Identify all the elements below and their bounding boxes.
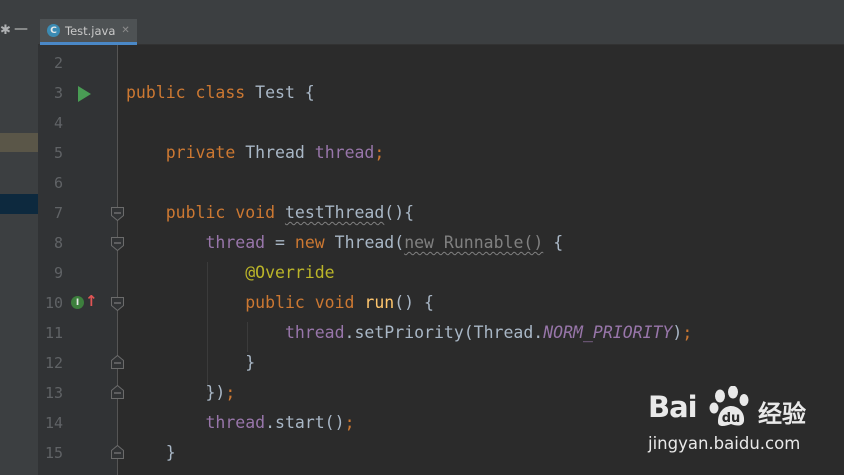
- punctuation: ): [672, 323, 683, 342]
- keyword: private: [126, 143, 246, 162]
- code-line-2[interactable]: 2: [38, 48, 844, 78]
- project-tree-item-highlighted[interactable]: [0, 133, 38, 152]
- line-number: 5: [53, 144, 63, 162]
- panel-tools: ✱ —: [0, 19, 38, 45]
- fold-close-icon[interactable]: [111, 445, 124, 459]
- class-name: Test {: [255, 83, 315, 102]
- code-line-4[interactable]: 4: [38, 108, 844, 138]
- line-number: 14: [44, 414, 63, 432]
- field-name: thread: [126, 413, 266, 432]
- punctuation: {: [543, 233, 564, 252]
- punctuation: (){: [384, 203, 415, 222]
- punctuation: () {: [394, 293, 434, 312]
- svg-text:du: du: [722, 411, 741, 426]
- method-name: testThread: [284, 203, 385, 222]
- code-line-3[interactable]: 3 public class Test {: [38, 78, 844, 108]
- minimize-icon[interactable]: —: [14, 22, 28, 36]
- code-text: public void testThread(){: [126, 198, 414, 228]
- code-text: @Override: [126, 258, 335, 288]
- line-number: 12: [44, 354, 63, 372]
- line-number: 4: [53, 114, 63, 132]
- line-number: 11: [44, 324, 63, 342]
- code-text: thread.start();: [126, 408, 355, 438]
- tab-test-java[interactable]: C Test.java ✕: [40, 19, 137, 45]
- code-line-12[interactable]: 12 }: [38, 348, 844, 378]
- field-name: thread: [126, 323, 345, 342]
- code-line-7[interactable]: 7 public void testThread(){: [38, 198, 844, 228]
- closing-brace: }): [126, 383, 226, 402]
- implements-icon[interactable]: I: [71, 296, 84, 309]
- fold-open-icon[interactable]: [111, 297, 124, 311]
- keyword: new: [294, 233, 335, 252]
- code-line-5[interactable]: 5 private Thread thread;: [38, 138, 844, 168]
- semicolon: ;: [225, 383, 236, 402]
- override-arrow-icon[interactable]: ↑: [85, 293, 98, 309]
- fold-open-icon[interactable]: [111, 207, 124, 221]
- code-text: }: [126, 348, 255, 378]
- line-number: 15: [44, 444, 63, 462]
- line-number: 10: [44, 294, 63, 312]
- operator: =: [265, 233, 295, 252]
- type-name: Thread: [245, 143, 315, 162]
- paw-logo-icon: du: [709, 386, 749, 426]
- code-text: });: [126, 378, 235, 408]
- line-number: 9: [53, 264, 63, 282]
- method-name: run: [364, 293, 395, 312]
- annotation: @Override: [126, 263, 335, 282]
- fold-close-icon[interactable]: [111, 385, 124, 399]
- line-number: 3: [53, 84, 63, 102]
- baidu-jingyan-watermark: Bai du 经验 jingyan.baidu.com: [648, 386, 838, 462]
- fold-close-icon[interactable]: [111, 355, 124, 369]
- semicolon: ;: [374, 143, 385, 162]
- java-class-icon: C: [47, 24, 60, 37]
- field-name: thread: [314, 143, 375, 162]
- code-text: private Thread thread;: [126, 138, 385, 168]
- code-line-9[interactable]: 9 @Override: [38, 258, 844, 288]
- code-text: thread.setPriority(Thread.NORM_PRIORITY)…: [126, 318, 692, 348]
- code-text: public class Test {: [126, 78, 315, 108]
- semicolon: ;: [682, 323, 693, 342]
- project-tree-item-selected[interactable]: [0, 194, 38, 214]
- code-text: }: [126, 438, 176, 468]
- project-panel: [0, 45, 38, 475]
- closing-brace: }: [126, 443, 176, 462]
- code-text: public void run() {: [126, 288, 434, 318]
- keyword: public class: [126, 83, 256, 102]
- line-number: 13: [44, 384, 63, 402]
- watermark-url: jingyan.baidu.com: [648, 434, 801, 453]
- keyword: public void: [126, 203, 285, 222]
- code-line-8[interactable]: 8 thread = new Thread(new Runnable() {: [38, 228, 844, 258]
- watermark-brand: Bai: [648, 390, 698, 424]
- line-number: 6: [53, 174, 63, 192]
- method-call: .setPriority(Thread.: [344, 323, 544, 342]
- anonymous-class: new Runnable(): [404, 233, 544, 252]
- keyword: public void: [126, 293, 365, 312]
- run-icon[interactable]: [78, 86, 91, 102]
- close-icon[interactable]: ✕: [121, 25, 129, 36]
- method-call: .start(): [265, 413, 345, 432]
- semicolon: ;: [344, 413, 355, 432]
- line-number: 7: [53, 204, 63, 222]
- code-text: thread = new Thread(new Runnable() {: [126, 228, 563, 258]
- closing-brace: }: [126, 353, 256, 372]
- fold-open-icon[interactable]: [111, 237, 124, 251]
- static-constant: NORM_PRIORITY: [543, 323, 673, 342]
- line-number: 8: [53, 234, 63, 252]
- tab-label: Test.java: [65, 23, 116, 38]
- code-line-10[interactable]: 10 I ↑ public void run() {: [38, 288, 844, 318]
- title-strip: [0, 0, 844, 19]
- watermark-brand-cn: 经验: [758, 400, 806, 428]
- code-line-6[interactable]: 6: [38, 168, 844, 198]
- type-name: Thread(: [334, 233, 405, 252]
- field-name: thread: [126, 233, 266, 252]
- line-number: 2: [53, 54, 63, 72]
- code-line-11[interactable]: 11 thread.setPriority(Thread.NORM_PRIORI…: [38, 318, 844, 348]
- gear-icon[interactable]: ✱: [0, 23, 11, 38]
